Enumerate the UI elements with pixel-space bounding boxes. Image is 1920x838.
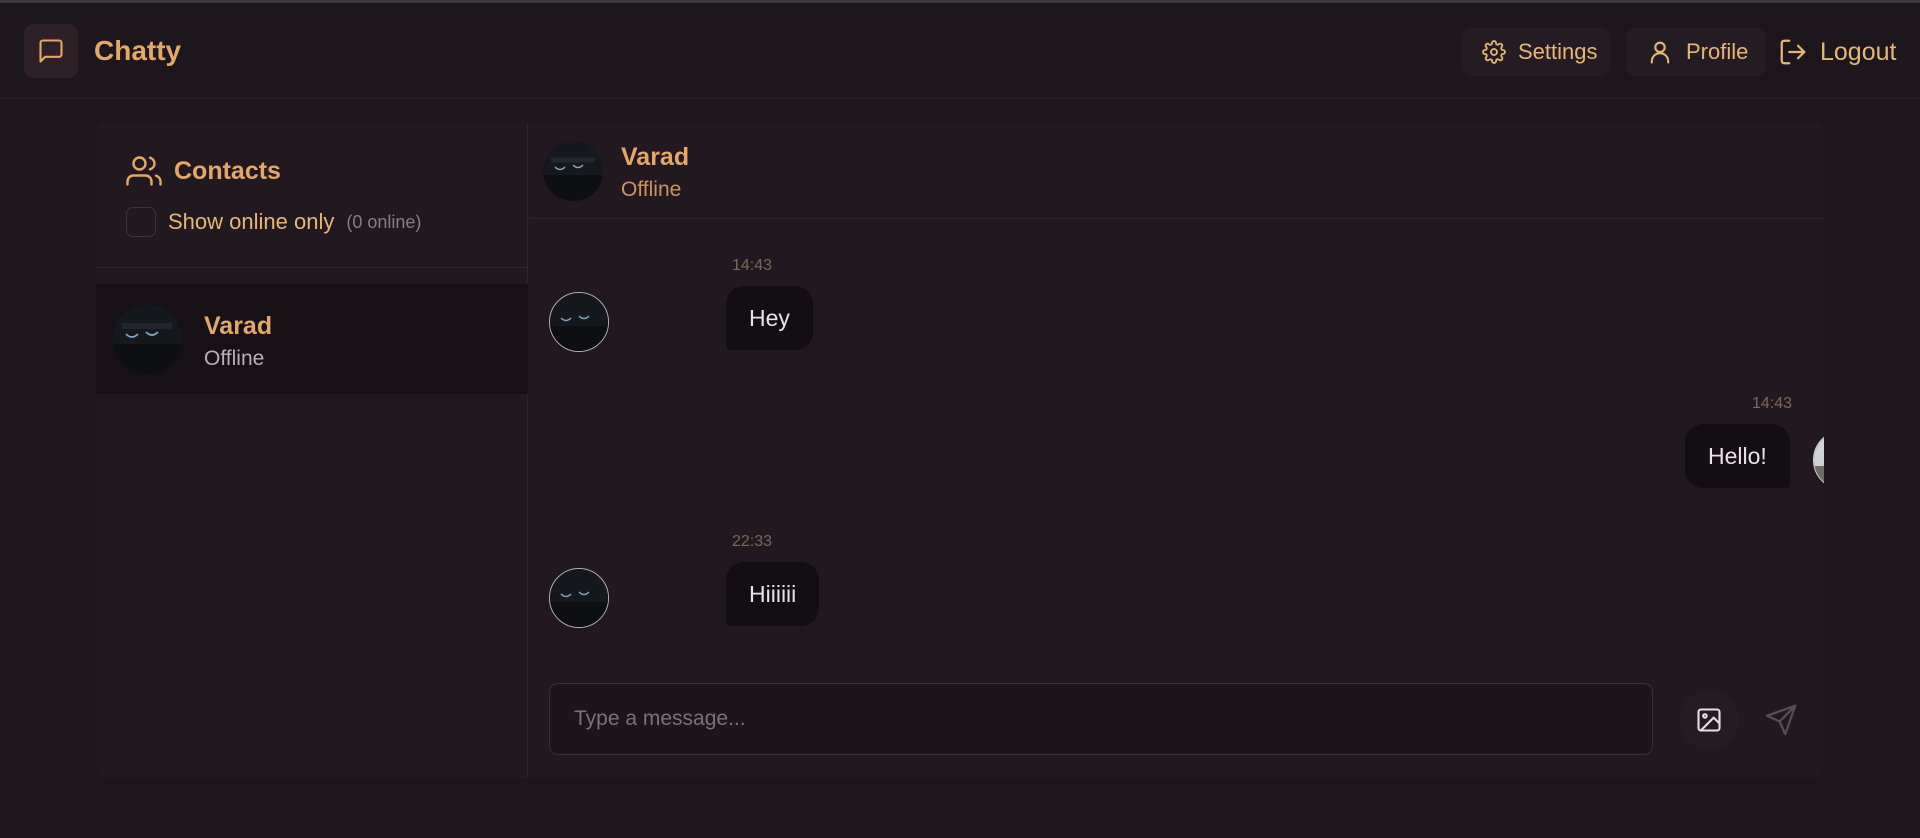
image-icon bbox=[1697, 708, 1721, 732]
avatar bbox=[549, 292, 609, 352]
avatar bbox=[1813, 431, 1824, 489]
contact-status: Offline bbox=[204, 347, 265, 370]
send-button[interactable] bbox=[1751, 690, 1811, 750]
chat-container: Contacts Show online only (0 online) Var… bbox=[96, 123, 1824, 778]
message-time: 22:33 bbox=[732, 533, 773, 550]
message-text: Hey bbox=[749, 304, 790, 331]
message-time: 14:43 bbox=[1752, 395, 1793, 412]
navbar: Chatty Settings Profile Logout bbox=[0, 3, 1920, 99]
sidebar-header: Contacts Show online only (0 online) bbox=[96, 123, 528, 268]
show-online-checkbox[interactable] bbox=[126, 207, 156, 237]
settings-label: Settings bbox=[1518, 39, 1598, 64]
brand-link[interactable]: Chatty bbox=[24, 24, 181, 78]
avatar bbox=[112, 304, 182, 374]
contacts-heading: Contacts bbox=[126, 153, 281, 189]
user-icon bbox=[1650, 41, 1670, 64]
message-text: Hiiiiii bbox=[749, 580, 797, 607]
logout-icon bbox=[1780, 39, 1806, 65]
contacts-sidebar: Contacts Show online only (0 online) Var… bbox=[96, 123, 528, 778]
settings-button[interactable]: Settings bbox=[1462, 28, 1610, 76]
message-bubble: Hiiiiii bbox=[726, 562, 820, 626]
avatar bbox=[543, 141, 603, 201]
chat-header: Varad Offline bbox=[529, 123, 1824, 219]
message-text: Hello! bbox=[1708, 442, 1767, 469]
profile-label: Profile bbox=[1686, 39, 1749, 64]
online-filter: Show online only (0 online) bbox=[126, 207, 421, 237]
show-online-label[interactable]: Show online only bbox=[168, 209, 334, 235]
gear-icon bbox=[1482, 40, 1506, 64]
online-count: (0 online) bbox=[346, 211, 422, 232]
chat-contact-status: Offline bbox=[621, 178, 682, 201]
message-bubble: Hey bbox=[726, 286, 813, 350]
users-icon bbox=[126, 156, 162, 186]
chat-contact-name: Varad bbox=[621, 143, 690, 171]
avatar bbox=[549, 568, 609, 628]
contacts-title: Contacts bbox=[174, 156, 281, 185]
contact-name: Varad bbox=[204, 312, 273, 340]
chat-bubble-icon bbox=[24, 24, 78, 78]
send-icon bbox=[1765, 704, 1797, 736]
app-name: Chatty bbox=[94, 35, 182, 66]
profile-button[interactable]: Profile bbox=[1626, 28, 1766, 76]
contact-item-varad[interactable]: Varad Offline bbox=[96, 284, 528, 394]
logout-label: Logout bbox=[1820, 37, 1897, 66]
chat-panel: Varad Offline 14:43 Hey 14:43 Hello! 22:… bbox=[529, 123, 1824, 778]
logout-button[interactable]: Logout bbox=[1778, 28, 1916, 76]
attach-image-button[interactable] bbox=[1679, 690, 1739, 750]
message-bubble: Hello! bbox=[1685, 424, 1790, 488]
message-time: 14:43 bbox=[732, 257, 773, 274]
message-input[interactable] bbox=[549, 683, 1653, 755]
